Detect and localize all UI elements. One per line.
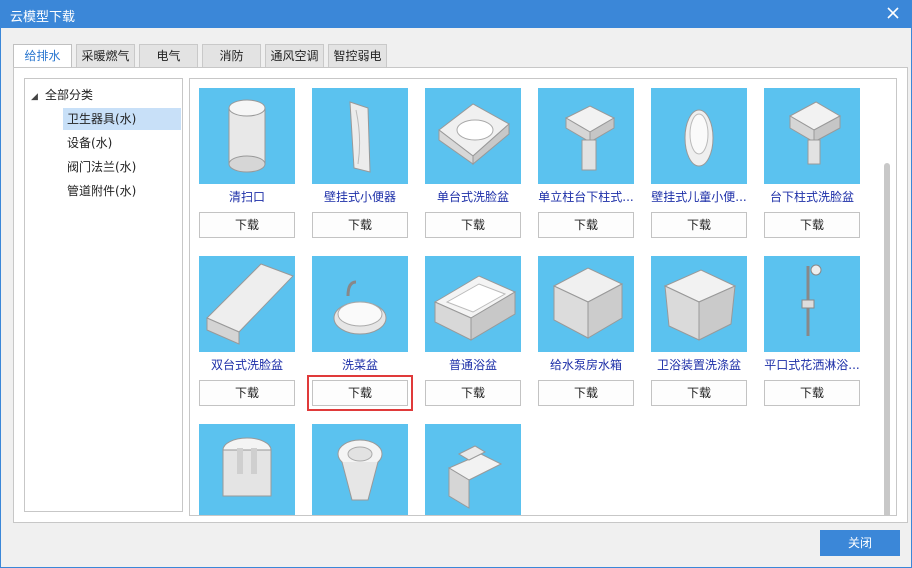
model-thumbnail[interactable] <box>199 424 295 515</box>
download-button[interactable]: 下载 <box>425 380 521 406</box>
tab-electrical[interactable]: 电气 <box>139 44 198 67</box>
model-name[interactable]: 壁挂式小便器 <box>306 188 414 206</box>
model-thumbnail[interactable] <box>312 424 408 515</box>
download-button[interactable]: 下载 <box>764 380 860 406</box>
tree-item-equipment[interactable]: 设备(水) <box>63 132 116 154</box>
model-name[interactable]: 洗菜盆 <box>306 356 414 374</box>
model-thumbnail[interactable] <box>425 88 521 184</box>
download-button[interactable]: 下载 <box>764 212 860 238</box>
model-name[interactable]: 壁挂式儿童小便... <box>645 188 753 206</box>
model-name[interactable]: 单台式洗脸盆 <box>419 188 527 206</box>
model-thumbnail[interactable] <box>199 256 295 352</box>
download-button[interactable]: 下载 <box>199 380 295 406</box>
model-thumbnail[interactable] <box>764 256 860 352</box>
tab-hvac[interactable]: 通风空调 <box>265 44 324 67</box>
model-grid: 清扫口 下载 壁挂式小便器 下载 单台式洗脸盆 下载 单立柱台下柱式... 下载… <box>189 78 897 516</box>
download-button[interactable]: 下载 <box>538 212 634 238</box>
title-bar: 云模型下载 <box>0 0 912 28</box>
tree-item-valves-flanges[interactable]: 阀门法兰(水) <box>63 156 140 178</box>
tree-item-sanitary[interactable]: 卫生器具(水) <box>63 108 181 130</box>
download-button[interactable]: 下载 <box>651 380 747 406</box>
model-name[interactable]: 给水泵房水箱 <box>532 356 640 374</box>
model-name[interactable]: 台下柱式洗脸盆 <box>758 188 866 206</box>
model-name[interactable]: 普通浴盆 <box>419 356 527 374</box>
model-thumbnail[interactable] <box>312 256 408 352</box>
collapse-arrow-icon[interactable]: ◢ <box>31 88 39 106</box>
tab-smart-control[interactable]: 智控弱电 <box>328 44 387 67</box>
tab-water[interactable]: 给排水 <box>13 44 72 69</box>
tree-root-label: 全部分类 <box>45 88 94 102</box>
model-thumbnail[interactable] <box>425 424 521 515</box>
category-tree: ◢ 全部分类 卫生器具(水) 设备(水) 阀门法兰(水) 管道附件(水) <box>24 78 183 512</box>
close-icon[interactable] <box>884 4 902 22</box>
model-thumbnail[interactable] <box>425 256 521 352</box>
tab-heating-gas[interactable]: 采暖燃气 <box>76 44 135 67</box>
download-button[interactable]: 下载 <box>307 375 413 411</box>
model-thumbnail[interactable] <box>538 256 634 352</box>
model-name[interactable]: 平口式花洒淋浴... <box>758 356 866 374</box>
model-name[interactable]: 卫浴装置洗涤盆 <box>645 356 753 374</box>
model-thumbnail[interactable] <box>312 88 408 184</box>
download-button[interactable]: 下载 <box>651 212 747 238</box>
tree-root[interactable]: ◢ 全部分类 <box>31 86 93 104</box>
close-button[interactable]: 关闭 <box>820 530 900 556</box>
dialog-body: 给排水 采暖燃气 电气 消防 通风空调 智控弱电 ◢ 全部分类 卫生器具(水) 设… <box>0 28 912 568</box>
tab-panel: ◢ 全部分类 卫生器具(水) 设备(水) 阀门法兰(水) 管道附件(水) 清扫口 … <box>13 67 908 523</box>
window-title: 云模型下载 <box>10 10 76 25</box>
tab-fire[interactable]: 消防 <box>202 44 261 67</box>
model-thumbnail[interactable] <box>651 88 747 184</box>
model-thumbnail[interactable] <box>764 88 860 184</box>
download-button[interactable]: 下载 <box>425 212 521 238</box>
download-button[interactable]: 下载 <box>312 212 408 238</box>
model-thumbnail[interactable] <box>651 256 747 352</box>
download-button[interactable]: 下载 <box>199 212 295 238</box>
model-name[interactable]: 清扫口 <box>193 188 301 206</box>
vertical-scrollbar[interactable] <box>884 163 890 515</box>
model-name[interactable]: 单立柱台下柱式... <box>532 188 640 206</box>
download-button[interactable]: 下载 <box>538 380 634 406</box>
model-thumbnail[interactable] <box>199 88 295 184</box>
model-thumbnail[interactable] <box>538 88 634 184</box>
tree-item-pipe-fittings[interactable]: 管道附件(水) <box>63 180 140 202</box>
model-name[interactable]: 双台式洗脸盆 <box>193 356 301 374</box>
